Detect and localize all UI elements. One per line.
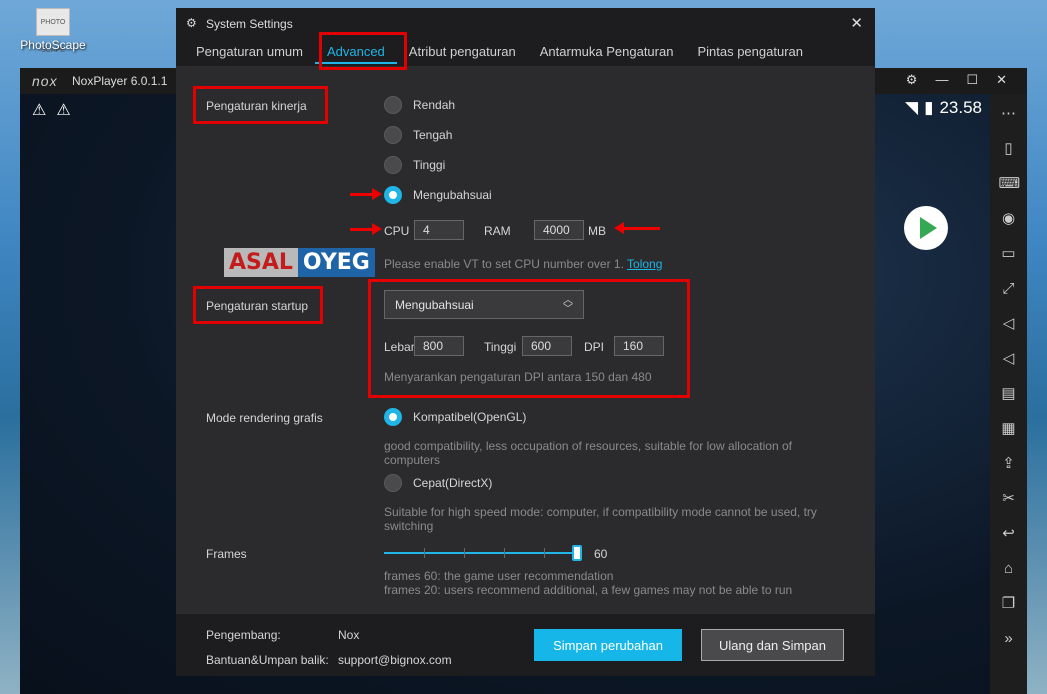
- radio-custom[interactable]: Mengubahsuai: [384, 186, 492, 204]
- width-label: Lebar: [384, 340, 415, 354]
- support-value: support@bignox.com: [338, 653, 452, 667]
- close-icon[interactable]: ✕: [850, 14, 863, 32]
- radio-medium[interactable]: Tengah: [384, 126, 452, 144]
- height-label: Tinggi: [484, 340, 517, 354]
- help-link[interactable]: Tolong: [627, 257, 662, 271]
- minimize-icon[interactable]: —: [935, 72, 948, 88]
- ram-unit: MB: [588, 224, 606, 238]
- volume-up-icon[interactable]: ◁: [999, 312, 1019, 335]
- home-icon[interactable]: ⌂: [999, 557, 1019, 580]
- directx-description: Suitable for high speed mode: computer, …: [384, 505, 817, 533]
- width-input[interactable]: 800: [414, 336, 464, 356]
- frames-hint-20: frames 20: users recommend additional, a…: [384, 583, 793, 597]
- gear-icon[interactable]: ⚙: [906, 72, 918, 88]
- nox-title: NoxPlayer 6.0.1.1: [72, 74, 168, 88]
- fullscreen-icon[interactable]: ⤢: [999, 277, 1019, 300]
- tab-attributes[interactable]: Atribut pengaturan: [397, 44, 528, 64]
- frames-label: Frames: [206, 547, 247, 561]
- performance-label: Pengaturan kinerja: [206, 99, 307, 113]
- dialog-header: ⚙ System Settings ✕ Pengaturan umum Adva…: [176, 8, 875, 66]
- radio-directx[interactable]: Cepat(DirectX): [384, 474, 492, 492]
- radio-opengl[interactable]: Kompatibel(OpenGL): [384, 408, 526, 426]
- tab-interface[interactable]: Antarmuka Pengaturan: [528, 44, 686, 64]
- dialog-title: System Settings: [206, 17, 293, 31]
- gear-icon: ⚙: [186, 16, 197, 30]
- warning-icon[interactable]: ⚠: [56, 100, 70, 120]
- arrow-icon: [350, 223, 382, 235]
- status-bar: ◥ ▮ 23.58: [905, 98, 982, 118]
- restart-save-button[interactable]: Ulang dan Simpan: [701, 629, 844, 661]
- maximize-icon[interactable]: ☐: [966, 72, 978, 88]
- location-icon[interactable]: ◉: [999, 207, 1019, 230]
- system-settings-dialog: ⚙ System Settings ✕ Pengaturan umum Adva…: [176, 8, 875, 676]
- support-label: Bantuan&Umpan balik:: [206, 653, 329, 667]
- frames-slider[interactable]: [384, 545, 582, 561]
- frames-hint-60: frames 60: the game user recommendation: [384, 569, 614, 583]
- play-store-icon[interactable]: [904, 206, 948, 250]
- desktop-icon-label: PhotoScape: [20, 38, 86, 52]
- photoscape-icon: PHOTO SCAPE: [36, 8, 70, 54]
- expand-icon[interactable]: »: [999, 627, 1019, 650]
- developer-value: Nox: [338, 628, 360, 642]
- battery-icon: ▮: [924, 98, 934, 117]
- frames-value: 60: [594, 547, 608, 561]
- back-icon[interactable]: ↩: [999, 522, 1019, 545]
- toolbox-icon[interactable]: ▤: [999, 382, 1019, 405]
- volume-down-icon[interactable]: ◁: [999, 347, 1019, 370]
- ram-label: RAM: [484, 224, 511, 238]
- keyboard-icon[interactable]: ⌨: [999, 172, 1021, 195]
- startup-label: Pengaturan startup: [206, 299, 309, 313]
- multi-instance-icon[interactable]: ▦: [999, 417, 1019, 440]
- radio-low[interactable]: Rendah: [384, 96, 455, 114]
- more-icon[interactable]: ⋯: [999, 102, 1019, 125]
- scissors-icon[interactable]: ✂: [999, 487, 1019, 510]
- cpu-input[interactable]: 4: [414, 220, 464, 240]
- vt-hint: Please enable VT to set CPU number over …: [384, 257, 663, 271]
- cpu-label: CPU: [384, 224, 410, 238]
- nox-sidebar: ⋯ ▯ ⌨ ◉ ▭ ⤢ ◁ ◁ ▤ ▦ ⇪ ✂ ↩ ⌂ ❐ »: [990, 94, 1027, 694]
- recent-apps-icon[interactable]: ❐: [999, 592, 1019, 615]
- dpi-input[interactable]: 160: [614, 336, 664, 356]
- nox-logo: nox: [32, 73, 58, 89]
- radio-high[interactable]: Tinggi: [384, 156, 445, 174]
- settings-tabs: Pengaturan umum Advanced Atribut pengatu…: [196, 44, 815, 64]
- dpi-hint: Menyarankan pengaturan DPI antara 150 da…: [384, 370, 652, 384]
- dpi-label: DPI: [584, 340, 605, 354]
- save-button[interactable]: Simpan perubahan: [534, 629, 682, 661]
- warning-icon[interactable]: ⚠: [32, 100, 46, 120]
- resolution-select[interactable]: Mengubahsuai ︿ ﹀: [384, 290, 584, 319]
- screen-icon[interactable]: ▭: [999, 242, 1019, 265]
- developer-label: Pengembang:: [206, 628, 281, 642]
- rendering-label: Mode rendering grafis: [206, 411, 323, 425]
- clock: 23.58: [939, 98, 982, 117]
- slider-thumb[interactable]: [572, 545, 582, 561]
- tab-general[interactable]: Pengaturan umum: [196, 44, 315, 64]
- close-icon[interactable]: ✕: [996, 72, 1007, 88]
- wifi-icon: ◥: [905, 98, 919, 117]
- chevron-updown-icon: ︿ ﹀: [563, 295, 573, 315]
- opengl-description: good compatibility, less occupation of r…: [384, 439, 792, 467]
- watermark-logo: ASAL OYEG: [224, 248, 375, 277]
- shake-icon[interactable]: ▯: [999, 137, 1019, 160]
- arrow-icon: [350, 188, 382, 200]
- tab-advanced[interactable]: Advanced: [314, 44, 397, 64]
- desktop-icon-photoscape[interactable]: PHOTO SCAPE PhotoScape: [18, 8, 88, 54]
- ram-input[interactable]: 4000: [534, 220, 584, 240]
- tab-shortcuts[interactable]: Pintas pengaturan: [685, 44, 815, 64]
- height-input[interactable]: 600: [522, 336, 572, 356]
- arrow-icon: [614, 222, 660, 234]
- apk-icon[interactable]: ⇪: [999, 452, 1019, 475]
